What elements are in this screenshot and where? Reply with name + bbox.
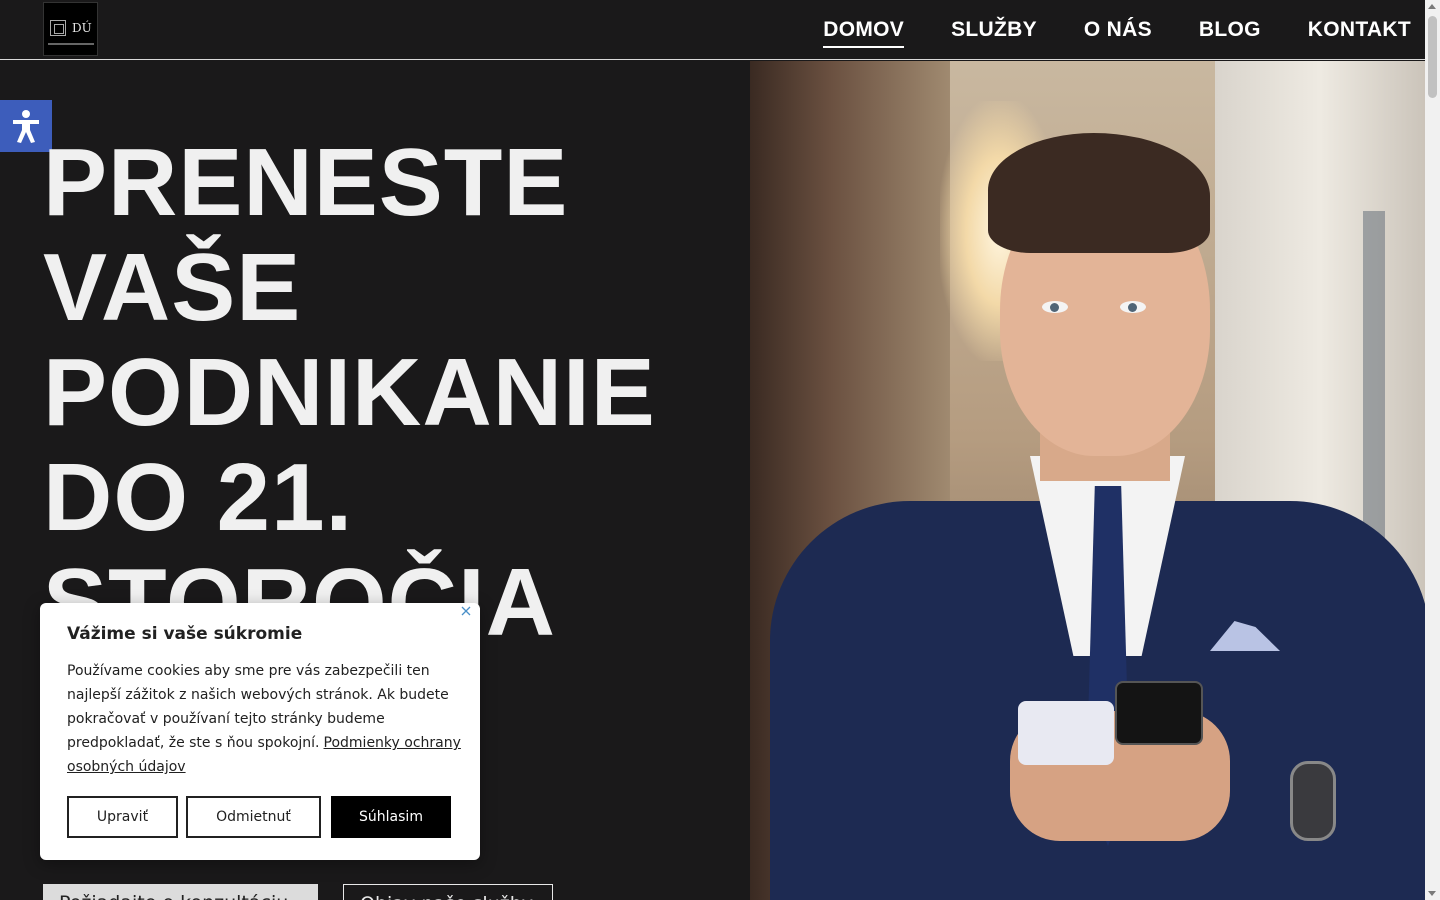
nav-item-blog[interactable]: BLOG [1199,0,1261,60]
nav-item-domov[interactable]: DOMOV [823,0,904,60]
scroll-up-icon[interactable] [1428,4,1436,9]
scroll-down-icon[interactable] [1428,891,1436,896]
cookie-text: Používame cookies aby sme pre vás zabezp… [67,659,463,779]
cookie-title: Vážime si vaše súkromie [67,624,303,644]
hero-title: PRENESTE VAŠE PODNIKANIE DO 21. STOROČIA [43,130,743,655]
hero-title-line: PRENESTE [43,129,569,236]
logo-monogram: DÚ [72,21,92,35]
site-logo[interactable]: DÚ [43,2,98,56]
close-icon[interactable] [458,603,474,619]
logo-emblem-icon [50,20,66,36]
hero-title-line: DO 21. [43,444,354,551]
cookie-consent-dialog: Vážime si vaše súkromie Používame cookie… [40,603,480,860]
hero-title-line: VAŠE [43,234,302,341]
nav-item-o-nas[interactable]: O NÁS [1084,0,1152,60]
scrollbar-thumb[interactable] [1428,16,1437,98]
nav-item-sluzby[interactable]: SLUŽBY [951,0,1037,60]
site-header: DÚ DOMOV SLUŽBY O NÁS BLOG KONTAKT [0,0,1425,60]
services-button[interactable]: Objav naše služby [343,884,553,900]
page-scrollbar[interactable] [1425,0,1440,900]
nav-item-kontakt[interactable]: KONTAKT [1308,0,1411,60]
accept-button[interactable]: Súhlasim [331,796,451,838]
customize-button[interactable]: Upraviť [67,796,178,838]
logo-subtitle-line [48,43,94,45]
accessibility-icon [13,110,39,143]
consultation-button[interactable]: Požiadajte o konzultáciu [43,884,318,900]
hero-title-line: PODNIKANIE [43,339,656,446]
main-nav: DOMOV SLUŽBY O NÁS BLOG KONTAKT [776,0,1411,60]
hero-image [750,61,1425,900]
reject-button[interactable]: Odmietnuť [186,796,321,838]
